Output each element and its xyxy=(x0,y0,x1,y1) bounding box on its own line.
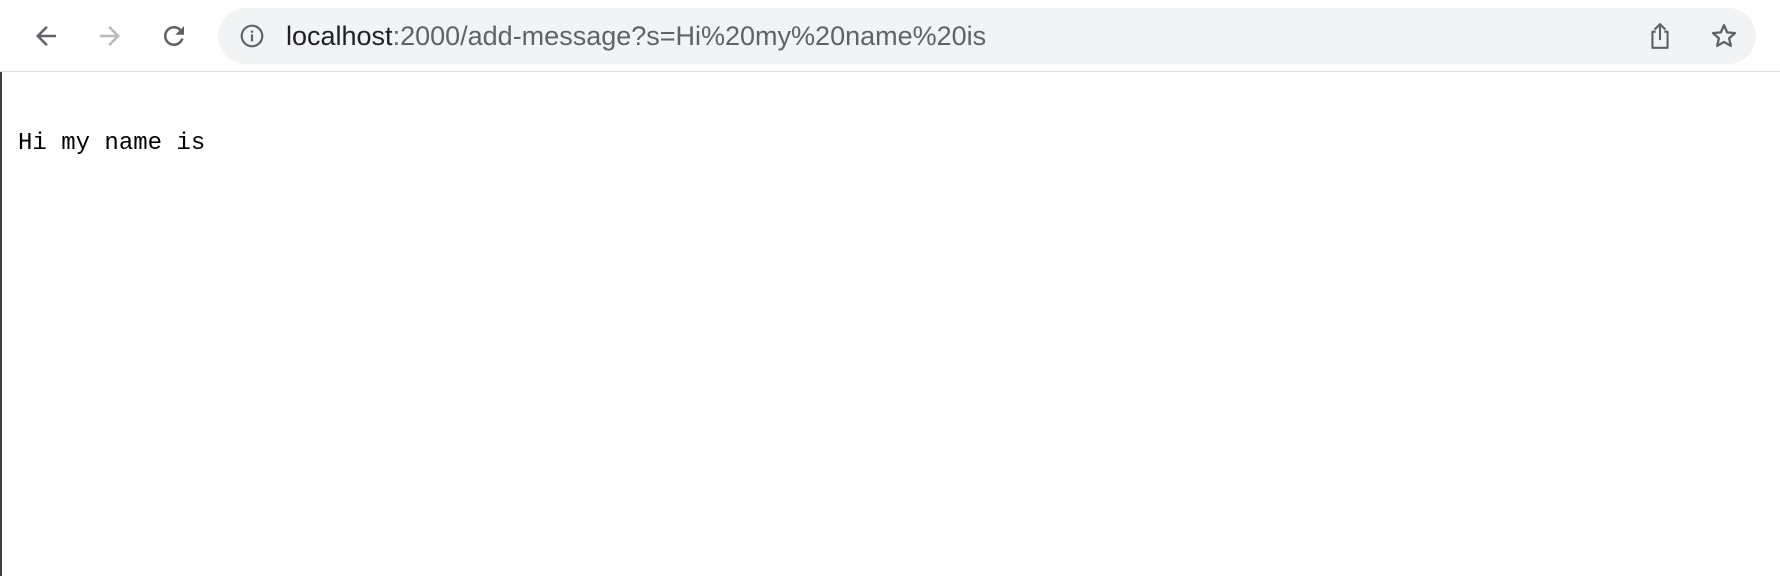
page-message: Hi my name is xyxy=(18,130,206,157)
reload-button[interactable] xyxy=(154,16,194,56)
url-host: localhost xyxy=(286,21,393,51)
site-info-button[interactable] xyxy=(238,22,266,50)
info-icon xyxy=(240,24,264,48)
browser-toolbar: localhost:2000/add-message?s=Hi%20my%20n… xyxy=(0,0,1780,72)
forward-button[interactable] xyxy=(90,16,130,56)
back-button[interactable] xyxy=(26,16,66,56)
bookmark-button[interactable] xyxy=(1708,20,1740,52)
back-arrow-icon xyxy=(36,26,56,46)
star-icon xyxy=(1711,24,1737,48)
url-text[interactable]: localhost:2000/add-message?s=Hi%20my%20n… xyxy=(286,8,986,64)
forward-arrow-icon xyxy=(100,26,120,46)
url-path: :2000/add-message?s=Hi%20my%20name%20is xyxy=(392,21,987,51)
window-edge xyxy=(0,0,2,576)
share-icon xyxy=(1651,23,1669,49)
share-button[interactable] xyxy=(1644,20,1676,52)
address-bar[interactable]: localhost:2000/add-message?s=Hi%20my%20n… xyxy=(218,8,1756,64)
reload-icon xyxy=(164,26,184,46)
